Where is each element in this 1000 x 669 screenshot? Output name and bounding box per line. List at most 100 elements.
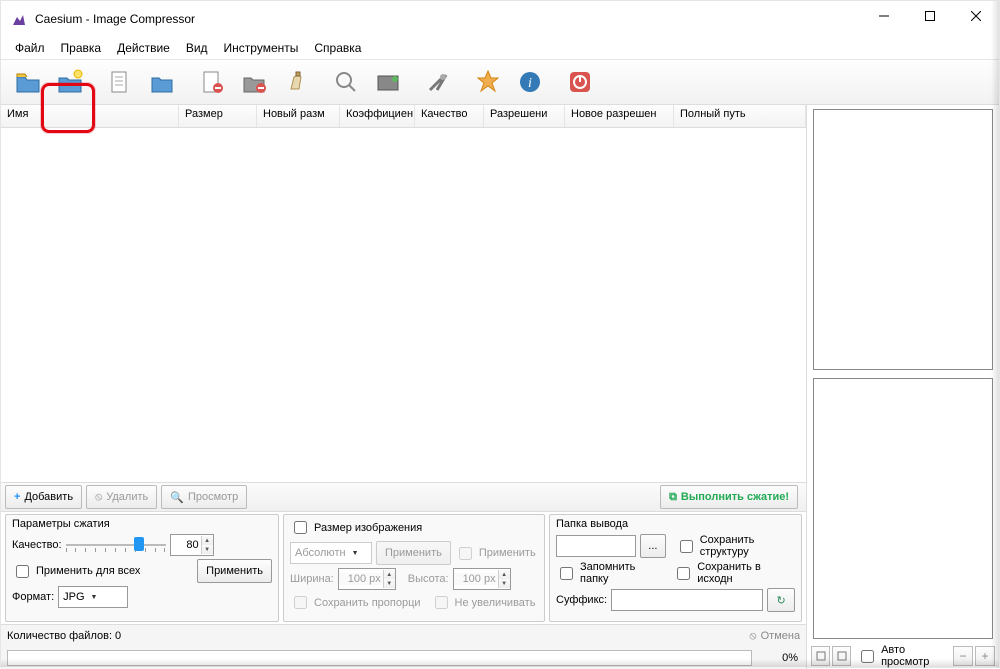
menu-file[interactable]: Файл bbox=[7, 39, 53, 57]
add-button[interactable]: + Добавить bbox=[5, 485, 82, 509]
plus-icon: + bbox=[981, 649, 988, 663]
menu-tools[interactable]: Инструменты bbox=[216, 39, 307, 57]
no-enlarge-checkbox-input[interactable] bbox=[435, 596, 448, 609]
quality-spinbox[interactable]: ▲▼ bbox=[170, 534, 214, 556]
menu-edit[interactable]: Правка bbox=[53, 39, 110, 57]
remove-folder-toolbar-button[interactable] bbox=[235, 63, 273, 101]
quality-slider[interactable] bbox=[66, 536, 166, 554]
group-output: Папка вывода ... Сохранить структуру bbox=[549, 514, 802, 622]
preview-label: Просмотр bbox=[188, 491, 238, 503]
height-spin[interactable]: ▲▼ bbox=[453, 568, 511, 590]
exit-toolbar-button[interactable] bbox=[561, 63, 599, 101]
keep-ratio-label: Сохранить пропорци bbox=[314, 597, 421, 609]
menu-help[interactable]: Справка bbox=[306, 39, 369, 57]
close-button[interactable] bbox=[953, 1, 999, 31]
file-table-body[interactable] bbox=[1, 128, 806, 482]
info-toolbar-button[interactable]: i bbox=[511, 63, 549, 101]
size-apply-button[interactable]: Применить bbox=[376, 541, 451, 565]
remove-label: Удалить bbox=[106, 491, 148, 503]
menu-action[interactable]: Действие bbox=[109, 39, 178, 57]
keep-ratio-check[interactable]: Сохранить пропорци bbox=[290, 593, 421, 612]
add-folder-toolbar-button[interactable] bbox=[143, 63, 181, 101]
size-apply-check-label: Применить bbox=[479, 547, 536, 559]
add-file-toolbar-button[interactable] bbox=[101, 63, 139, 101]
auto-preview-check[interactable]: Авто просмотр bbox=[857, 644, 951, 668]
table-col-newres[interactable]: Новое разрешен bbox=[565, 105, 674, 127]
file-table: Имя Размер Новый разм Коэффициен Качеств… bbox=[1, 105, 806, 483]
minus-icon: ⦸ bbox=[95, 491, 102, 504]
group-compression-title: Параметры сжатия bbox=[12, 518, 272, 530]
group-compression: Параметры сжатия Качество: ▲▼ bbox=[5, 514, 279, 622]
file-count-label: Количество файлов: 0 bbox=[7, 630, 121, 642]
table-col-path[interactable]: Полный путь bbox=[674, 105, 806, 127]
suffix-input[interactable] bbox=[611, 589, 763, 611]
no-enlarge-check[interactable]: Не увеличивать bbox=[431, 593, 536, 612]
cancel-button[interactable]: ⦸ Отмена bbox=[749, 630, 800, 643]
preview-button[interactable]: 🔍 Просмотр bbox=[161, 485, 247, 509]
table-col-newsize[interactable]: Новый разм bbox=[257, 105, 340, 127]
apply-all-check[interactable]: Применить для всех bbox=[12, 562, 140, 581]
remove-button[interactable]: ⦸ Удалить bbox=[86, 485, 157, 509]
height-value[interactable] bbox=[454, 573, 498, 585]
width-spin[interactable]: ▲▼ bbox=[338, 568, 396, 590]
keep-structure-checkbox-input[interactable] bbox=[680, 540, 693, 553]
table-col-resolution[interactable]: Разрешени bbox=[484, 105, 565, 127]
table-col-name[interactable]: Имя bbox=[1, 105, 179, 127]
open-file-button[interactable] bbox=[9, 63, 47, 101]
update-toolbar-button[interactable] bbox=[469, 63, 507, 101]
settings-toolbar-button[interactable] bbox=[419, 63, 457, 101]
format-label: Формат: bbox=[12, 591, 54, 603]
table-col-quality[interactable]: Качество bbox=[415, 105, 484, 127]
open-folder-button[interactable] bbox=[51, 63, 89, 101]
format-value: JPG bbox=[63, 591, 84, 603]
toolbar: i bbox=[1, 59, 999, 105]
progress-percent: 0% bbox=[758, 652, 806, 664]
minimize-button[interactable] bbox=[861, 1, 907, 31]
compress-button[interactable]: ⧉ Выполнить сжатие! bbox=[660, 485, 798, 509]
save-in-source-check[interactable]: Сохранить в исходн bbox=[673, 561, 795, 585]
save-in-source-checkbox-input[interactable] bbox=[677, 567, 690, 580]
clear-list-toolbar-button[interactable] bbox=[277, 63, 315, 101]
suffix-reset-button[interactable]: ↻ bbox=[767, 588, 795, 612]
preview-toolbar-button[interactable] bbox=[327, 63, 365, 101]
width-value[interactable] bbox=[339, 573, 383, 585]
keep-ratio-checkbox-input[interactable] bbox=[294, 596, 307, 609]
maximize-button[interactable] bbox=[907, 1, 953, 31]
remember-folder-checkbox-input[interactable] bbox=[560, 567, 573, 580]
size-apply-checkbox-input[interactable] bbox=[459, 547, 472, 560]
format-combo[interactable]: JPG ▼ bbox=[58, 586, 128, 608]
keep-structure-label: Сохранить структуру bbox=[700, 534, 795, 558]
menu-view[interactable]: Вид bbox=[178, 39, 216, 57]
keep-structure-check[interactable]: Сохранить структуру bbox=[676, 534, 795, 558]
compress-label: Выполнить сжатие! bbox=[681, 491, 789, 503]
window-title: Caesium - Image Compressor bbox=[35, 12, 195, 26]
group-size-title: Размер изображения bbox=[290, 518, 538, 537]
table-col-size[interactable]: Размер bbox=[179, 105, 257, 127]
plus-icon: + bbox=[14, 491, 20, 503]
compress-icon: ⧉ bbox=[669, 491, 677, 504]
menubar: Файл Правка Действие Вид Инструменты Спр… bbox=[1, 37, 999, 59]
svg-text:i: i bbox=[528, 76, 532, 91]
zoom-in-button[interactable]: + bbox=[975, 646, 995, 666]
compress-toolbar-button[interactable] bbox=[369, 63, 407, 101]
list-action-row: + Добавить ⦸ Удалить 🔍 Просмотр ⧉ Выполн… bbox=[1, 483, 806, 512]
browse-label: ... bbox=[648, 540, 657, 552]
quality-value[interactable] bbox=[171, 539, 201, 551]
fit-compressed-button[interactable] bbox=[832, 646, 851, 666]
auto-preview-checkbox-input[interactable] bbox=[861, 650, 874, 663]
file-table-header: Имя Размер Новый разм Коэффициен Качеств… bbox=[1, 105, 806, 128]
cancel-label: Отмена bbox=[761, 630, 800, 642]
size-mode-combo[interactable]: Абсолютн ▼ bbox=[290, 542, 372, 564]
remember-folder-check[interactable]: Запомнить папку bbox=[556, 561, 663, 585]
browse-button[interactable]: ... bbox=[640, 534, 666, 558]
table-col-ratio[interactable]: Коэффициен bbox=[340, 105, 415, 127]
output-path-input[interactable] bbox=[556, 535, 636, 557]
remove-file-toolbar-button[interactable] bbox=[193, 63, 231, 101]
size-apply-check[interactable]: Применить bbox=[455, 544, 536, 563]
size-enable-checkbox[interactable] bbox=[294, 521, 307, 534]
apply-quality-button[interactable]: Применить bbox=[197, 559, 272, 583]
fit-original-button[interactable] bbox=[811, 646, 830, 666]
zoom-out-button[interactable]: − bbox=[953, 646, 973, 666]
apply-all-checkbox-input[interactable] bbox=[16, 565, 29, 578]
app-window: Caesium - Image Compressor Файл Правка Д… bbox=[0, 0, 1000, 668]
